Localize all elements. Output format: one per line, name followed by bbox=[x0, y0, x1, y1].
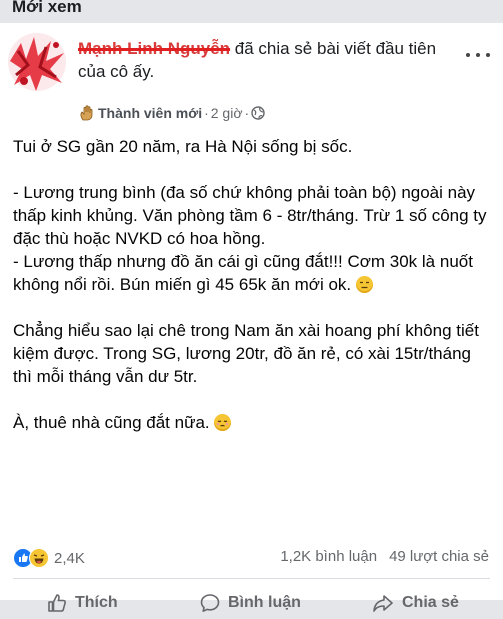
wave-icon bbox=[78, 104, 96, 122]
reaction-count: 2,4K bbox=[54, 549, 85, 567]
more-dot bbox=[476, 53, 480, 57]
post-card: Mạnh Linh Nguyễn đã chia sẻ bài viết đầu… bbox=[0, 23, 503, 612]
comment-button[interactable]: Bình luận bbox=[199, 588, 301, 618]
expressionless-emoji-icon bbox=[355, 276, 373, 293]
more-dots-icon bbox=[466, 53, 470, 57]
pensive-emoji-icon bbox=[214, 414, 232, 431]
meta-separator: · bbox=[244, 105, 250, 121]
section-header: Mới xem bbox=[0, 0, 503, 22]
thumbs-up-icon bbox=[46, 592, 68, 614]
meta-separator: · bbox=[204, 105, 209, 121]
share-count[interactable]: 49 lượt chia sẻ bbox=[389, 548, 489, 568]
post-paragraph: Chẳng hiểu sao lại chê trong Nam ăn xài … bbox=[13, 321, 479, 386]
reaction-icons bbox=[13, 548, 49, 568]
more-options-button[interactable] bbox=[466, 49, 490, 61]
globe-icon bbox=[251, 106, 265, 120]
engagement-counts: 1,2K bình luận 49 lượt chia sẻ bbox=[280, 548, 489, 568]
share-label: Chia sẻ bbox=[402, 594, 459, 611]
share-arrow-icon bbox=[371, 592, 395, 614]
avatar[interactable] bbox=[6, 31, 68, 93]
post-header: Mạnh Linh Nguyễn đã chia sẻ bài viết đầu… bbox=[78, 37, 448, 83]
actions-divider bbox=[13, 578, 490, 579]
share-button[interactable]: Chia sẻ bbox=[371, 588, 459, 618]
post-paragraph-text: À, thuê nhà cũng đắt nữa. bbox=[13, 413, 210, 432]
post-meta: Thành viên mới · 2 giờ · bbox=[78, 104, 265, 122]
comment-bubble-icon bbox=[199, 592, 221, 614]
post-paragraph: À, thuê nhà cũng đắt nữa. bbox=[13, 411, 493, 434]
post-actions: Thích Bình luận Chia sẻ bbox=[0, 588, 503, 618]
post-paragraph: - Lương trung bình (đa số chứ không phải… bbox=[13, 183, 487, 248]
post-time[interactable]: 2 giờ bbox=[211, 105, 243, 121]
member-role: Thành viên mới bbox=[98, 105, 203, 121]
post-paragraph: - Lương thấp nhưng đồ ăn cái gì cũng đắt… bbox=[13, 250, 493, 296]
reactions-summary[interactable]: 2,4K bbox=[13, 548, 85, 568]
section-label: Mới xem bbox=[12, 0, 82, 16]
more-dot bbox=[486, 53, 490, 57]
author-name[interactable]: Mạnh Linh Nguyễn bbox=[78, 39, 230, 58]
comment-count[interactable]: 1,2K bình luận bbox=[280, 548, 377, 568]
post-paragraph-text: - Lương thấp nhưng đồ ăn cái gì cũng đắt… bbox=[13, 252, 473, 294]
like-button[interactable]: Thích bbox=[46, 588, 118, 618]
post-body: Tui ở SG gần 20 năm, ra Hà Nội sống bị s… bbox=[13, 135, 493, 434]
comment-label: Bình luận bbox=[228, 594, 301, 611]
like-label: Thích bbox=[75, 594, 118, 611]
haha-icon bbox=[29, 548, 49, 568]
post-paragraph: Tui ở SG gần 20 năm, ra Hà Nội sống bị s… bbox=[13, 137, 353, 156]
